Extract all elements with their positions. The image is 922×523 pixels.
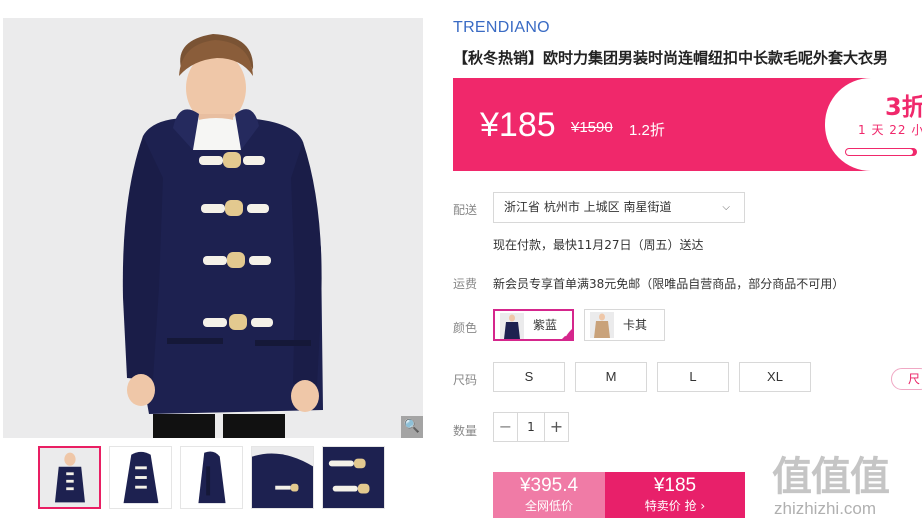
promo-countdown: 1 天 22 小 — [858, 123, 922, 137]
shipping-text: 新会员专享首单满38元免邮（限唯品自营商品，部分商品不可用） — [493, 277, 845, 291]
navy-coat-swatch — [500, 313, 524, 339]
size-option-l[interactable]: L — [657, 362, 729, 392]
thumbnail-toggle-detail[interactable] — [322, 446, 385, 509]
color-option-label: 紫蓝 — [533, 318, 558, 332]
region-select[interactable]: 浙江省 杭州市 上城区 南星街道 ⌵ — [493, 192, 745, 223]
original-price: ¥1590 — [571, 119, 613, 136]
chevron-down-icon: ⌵ — [722, 202, 730, 213]
size-option-xl[interactable]: XL — [739, 362, 811, 392]
quantity-minus-button[interactable]: − — [494, 413, 518, 441]
delivery-label: 配送 — [453, 203, 478, 217]
quantity-label: 数量 — [453, 424, 478, 438]
color-option-label: 卡其 — [623, 318, 648, 332]
region-value: 浙江省 杭州市 上城区 南星街道 — [504, 200, 672, 214]
quantity-stepper: − 1 + — [493, 412, 569, 442]
color-option-khaki[interactable]: 卡其 — [584, 309, 665, 341]
buy-now-button[interactable]: ¥185 特卖价 抢 › — [605, 472, 745, 518]
thumbnail-front[interactable] — [38, 446, 101, 509]
size-guide-button[interactable]: 尺 — [891, 368, 922, 390]
lowest-price-label: 全网低价 — [524, 499, 573, 513]
thumbnail-flat-front[interactable] — [109, 446, 172, 509]
thumbnail-side[interactable] — [180, 446, 243, 509]
quantity-input[interactable]: 1 — [518, 413, 544, 441]
size-option-m[interactable]: M — [575, 362, 647, 392]
promo-headline: 3折 — [885, 93, 922, 121]
check-icon: ✓ — [563, 330, 571, 340]
watermark-logo: 值值值 — [772, 454, 890, 500]
lowest-price-button[interactable]: ¥395.4 全网低价 — [493, 472, 605, 518]
product-main-image[interactable]: 🔍 — [3, 18, 423, 438]
sale-price-value: ¥185 — [653, 475, 697, 496]
watermark: 值值值 zhizhizhi.com — [770, 444, 922, 523]
price-banner: ¥185 ¥1590 1.2折 3折 1 天 22 小 — [453, 78, 922, 171]
shipping-label: 运费 — [453, 277, 478, 291]
khaki-coat-swatch — [590, 312, 614, 338]
promo-progress-bar — [845, 148, 917, 156]
brand-link[interactable]: TRENDIANO — [453, 19, 550, 37]
color-label: 颜色 — [453, 321, 478, 335]
current-price: ¥185 — [480, 106, 556, 144]
thumbnail-hood-detail[interactable] — [251, 446, 314, 509]
discount-rate: 1.2折 — [629, 122, 665, 139]
sale-price-label: 特卖价 抢 › — [644, 499, 706, 513]
size-option-s[interactable]: S — [493, 362, 565, 392]
lowest-price-value: ¥395.4 — [519, 475, 579, 496]
quantity-plus-button[interactable]: + — [544, 413, 568, 441]
zoom-icon[interactable]: 🔍 — [401, 416, 423, 438]
watermark-url: zhizhizhi.com — [774, 499, 877, 518]
product-title: 【秋冬热销】欧时力集团男装时尚连帽纽扣中长款毛呢外套大衣男 — [453, 49, 889, 67]
size-label: 尺码 — [453, 373, 478, 387]
delivery-estimate: 现在付款，最快11月27日（周五）送达 — [493, 238, 704, 252]
promo-progress-fill — [846, 149, 913, 155]
color-option-navy[interactable]: 紫蓝 ✓ — [493, 309, 574, 341]
